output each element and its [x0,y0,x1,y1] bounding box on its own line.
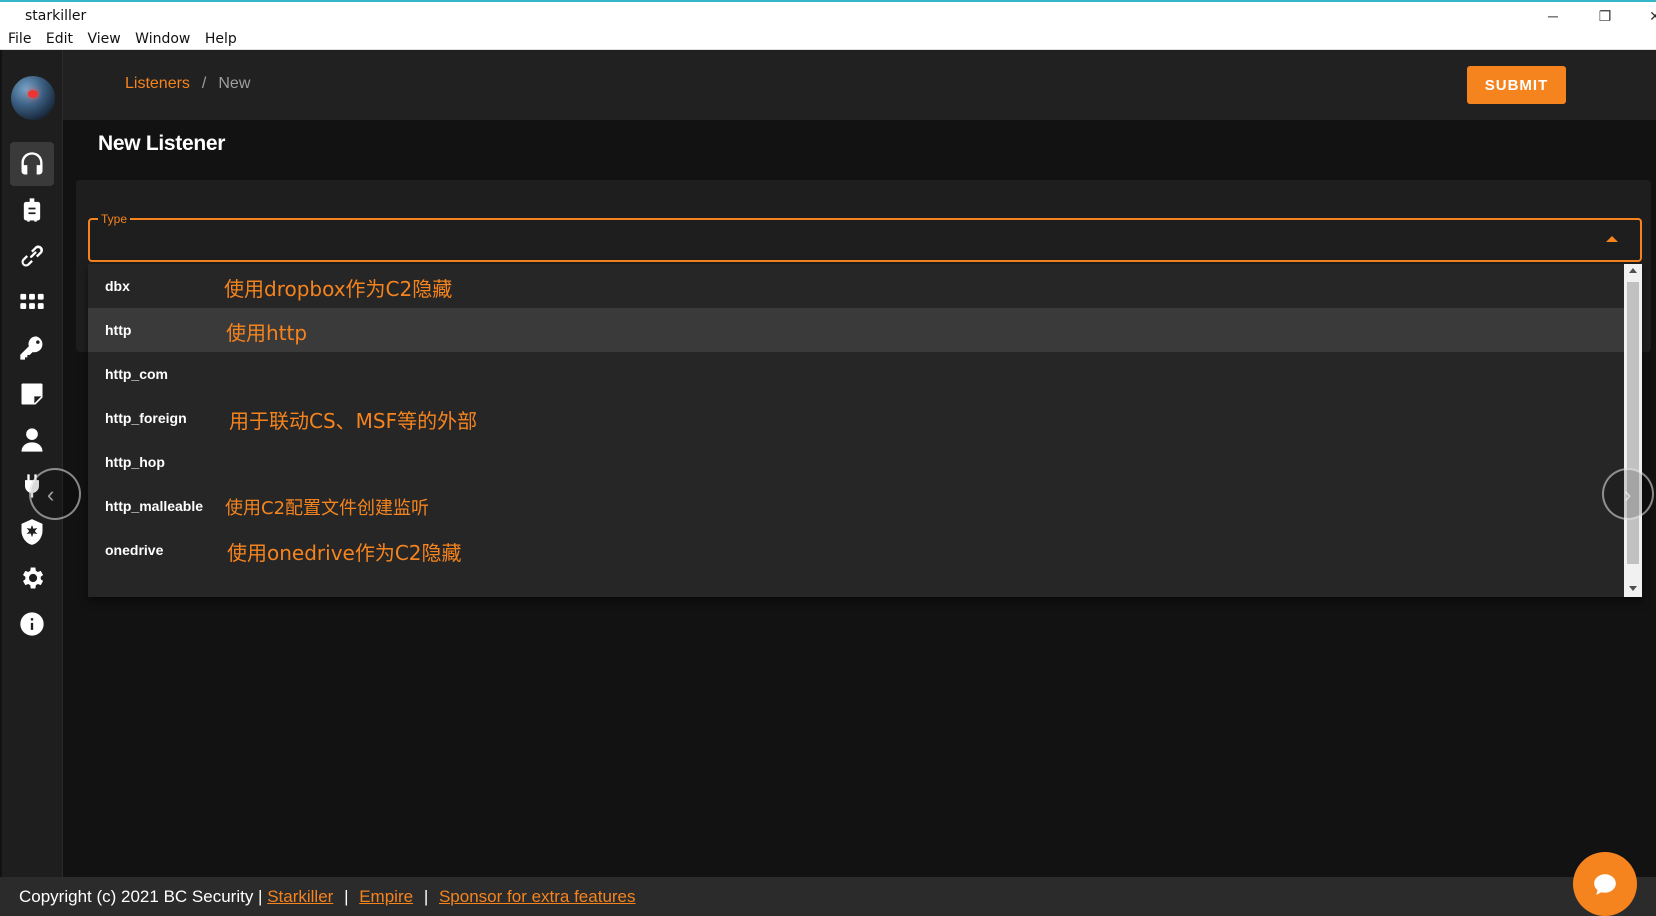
previous-arrow-button[interactable]: ‹ [29,468,81,520]
option-annotation: 用于联动CS、MSF等的外部 [229,409,478,433]
breadcrumb-separator: / [201,75,207,92]
link-icon[interactable] [10,234,54,278]
chat-bubble-icon [1594,874,1616,895]
option-label: http_hop [105,454,165,470]
footer-link-sponsor[interactable]: Sponsor for extra features [439,887,636,906]
scroll-down-arrow-icon[interactable] [1629,586,1637,591]
footer-link-empire[interactable]: Empire [359,887,413,906]
footer-copyright: Copyright (c) 2021 BC Security | [19,887,263,906]
chat-button[interactable] [1573,852,1637,916]
starkiller-logo[interactable] [11,76,55,120]
dropdown-option-http-malleable[interactable]: http_malleable 使用C2配置文件创建监听 [88,484,1624,528]
submit-button[interactable]: SUBMIT [1467,66,1566,104]
page-title: New Listener [98,132,226,155]
footer: Copyright (c) 2021 BC Security | Starkil… [0,877,1656,916]
option-annotation: 使用http [226,321,308,345]
option-label: onedrive [105,542,164,558]
chevron-right-icon: › [1624,482,1632,507]
type-dropdown-menu: dbx 使用dropbox作为C2隐藏 http 使用http http_com… [88,264,1642,597]
window-titlebar: starkiller ─ ❐ ✕ [0,0,1656,28]
footer-separator: | [344,887,349,906]
option-label: http_malleable [105,498,204,514]
option-label: http [105,322,132,338]
window-title: starkiller [25,8,87,24]
breadcrumb-listeners[interactable]: Listeners [125,75,190,92]
option-label: http_com [105,366,168,382]
key-icon[interactable] [10,326,54,370]
footer-separator: | [423,887,429,906]
scrollbar-thumb[interactable] [1627,282,1639,564]
user-icon[interactable] [10,418,54,462]
top-app-bar: Listeners / New [63,50,1656,120]
breadcrumb-current: New [218,75,251,92]
dropdown-option-partial[interactable] [88,572,1624,597]
menu-help[interactable]: Help [205,28,237,50]
breadcrumb: Listeners / New [125,75,250,93]
menu-edit[interactable]: Edit [46,28,73,50]
footer-link-starkiller[interactable]: Starkiller [267,887,333,906]
info-icon[interactable] [10,602,54,646]
menu-window[interactable]: Window [135,28,190,50]
dropdown-option-http-com[interactable]: http_com [88,352,1624,396]
apps-icon[interactable] [10,280,54,324]
next-arrow-button[interactable]: › [1602,468,1654,520]
dropdown-scrollbar[interactable] [1624,264,1642,597]
menu-bar: File Edit View Window Help [0,28,1656,50]
restore-button[interactable]: ❐ [1585,6,1625,26]
caret-up-icon[interactable] [1606,236,1618,242]
option-label: dbx [105,278,130,294]
scroll-up-arrow-icon[interactable] [1629,268,1637,273]
note-icon[interactable] [10,372,54,416]
option-label: http_foreign [105,410,187,426]
close-button[interactable]: ✕ [1635,6,1656,26]
menu-view[interactable]: View [87,28,120,50]
dropdown-option-http-foreign[interactable]: http_foreign 用于联动CS、MSF等的外部 [88,396,1624,440]
headset-icon[interactable] [10,142,54,186]
dropdown-option-http[interactable]: http 使用http [88,308,1624,352]
sidebar [2,50,63,877]
dropdown-option-http-hop[interactable]: http_hop [88,440,1624,484]
type-select[interactable] [88,218,1642,262]
option-annotation: 使用dropbox作为C2隐藏 [224,277,453,301]
dropdown-option-onedrive[interactable]: onedrive 使用onedrive作为C2隐藏 [88,528,1624,572]
menu-file[interactable]: File [8,28,31,50]
app-content: Listeners / New SUBMIT New Listener Type d… [0,50,1656,916]
option-annotation: 使用C2配置文件创建监听 [225,498,430,519]
briefcase-icon[interactable] [10,188,54,232]
option-annotation: 使用onedrive作为C2隐藏 [227,541,462,565]
minimize-button[interactable]: ─ [1533,6,1573,26]
chevron-left-icon: ‹ [47,482,55,507]
dropdown-option-dbx[interactable]: dbx 使用dropbox作为C2隐藏 [88,264,1624,308]
settings-icon[interactable] [10,556,54,600]
type-label: Type [98,212,131,226]
